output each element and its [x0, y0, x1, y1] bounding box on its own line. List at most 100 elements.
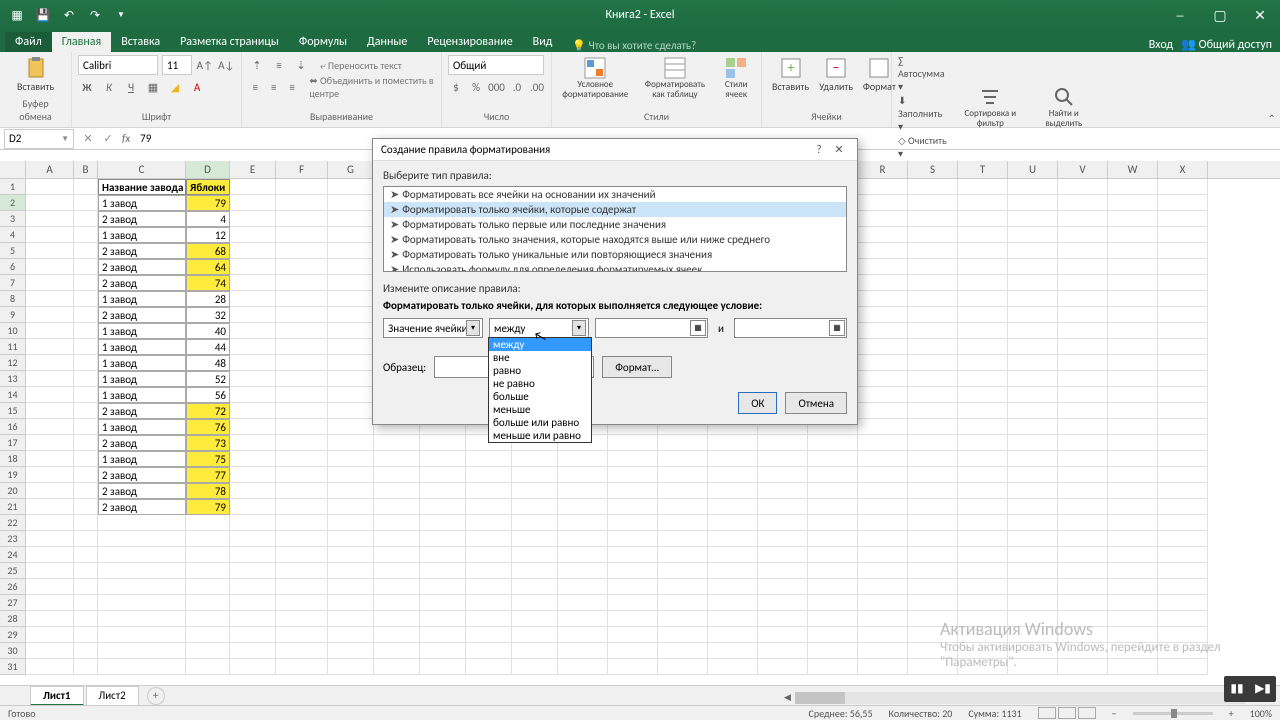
row-header[interactable]: 9 — [0, 307, 26, 323]
cell[interactable] — [420, 531, 466, 547]
view-buttons[interactable] — [1038, 707, 1096, 719]
cell[interactable] — [858, 211, 908, 227]
cell[interactable] — [512, 483, 558, 499]
fill-button[interactable]: ⬇ Заполнить ▾ — [898, 94, 949, 133]
cell[interactable] — [512, 643, 558, 659]
cell[interactable] — [1008, 275, 1058, 291]
scroll-left-icon[interactable]: ◀ — [780, 692, 795, 703]
cell[interactable] — [958, 227, 1008, 243]
cell[interactable] — [908, 419, 958, 435]
cell[interactable] — [1108, 179, 1158, 195]
cell[interactable] — [858, 547, 908, 563]
cell[interactable] — [328, 531, 374, 547]
cell[interactable] — [858, 579, 908, 595]
align-left-icon[interactable]: ≡ — [248, 78, 262, 96]
cell[interactable] — [98, 579, 186, 595]
cell[interactable]: 52 — [186, 371, 230, 387]
cell[interactable] — [658, 579, 708, 595]
rule-type-item[interactable]: ➤Форматировать все ячейки на основании и… — [384, 187, 846, 202]
cell[interactable] — [608, 499, 658, 515]
cell[interactable] — [1008, 435, 1058, 451]
cell[interactable] — [808, 483, 858, 499]
cell[interactable] — [1108, 547, 1158, 563]
cell[interactable] — [74, 627, 98, 643]
cell[interactable] — [1108, 435, 1158, 451]
cell[interactable]: 2 завод — [98, 243, 186, 259]
cell[interactable] — [328, 611, 374, 627]
cell[interactable] — [1108, 371, 1158, 387]
cell[interactable] — [328, 467, 374, 483]
cell[interactable] — [758, 531, 808, 547]
cell[interactable] — [1108, 195, 1158, 211]
ok-button[interactable]: ОК — [738, 392, 777, 414]
cell[interactable]: 1 завод — [98, 387, 186, 403]
cell[interactable] — [276, 291, 328, 307]
cell[interactable] — [374, 579, 420, 595]
cell[interactable] — [276, 595, 328, 611]
cell[interactable] — [858, 451, 908, 467]
cell[interactable] — [1108, 307, 1158, 323]
cell[interactable] — [230, 323, 276, 339]
row-header[interactable]: 19 — [0, 467, 26, 483]
cell[interactable] — [908, 227, 958, 243]
cell[interactable] — [276, 483, 328, 499]
cell[interactable] — [26, 515, 74, 531]
cell[interactable] — [276, 515, 328, 531]
cell[interactable] — [276, 195, 328, 211]
cell[interactable] — [558, 531, 608, 547]
cell[interactable] — [186, 563, 230, 579]
cell[interactable] — [26, 627, 74, 643]
cell[interactable] — [1008, 547, 1058, 563]
cell[interactable] — [1058, 547, 1108, 563]
cell[interactable] — [466, 579, 512, 595]
cell[interactable] — [1058, 195, 1108, 211]
cell[interactable] — [186, 515, 230, 531]
cell[interactable] — [512, 499, 558, 515]
cell[interactable] — [276, 259, 328, 275]
cell[interactable] — [512, 563, 558, 579]
cell[interactable] — [230, 659, 276, 675]
cell[interactable] — [230, 611, 276, 627]
cell[interactable] — [858, 659, 908, 675]
tab-вид[interactable]: Вид — [523, 32, 563, 52]
cell[interactable] — [908, 275, 958, 291]
row-header[interactable]: 6 — [0, 259, 26, 275]
cell[interactable] — [98, 627, 186, 643]
cell[interactable] — [466, 467, 512, 483]
row-header[interactable]: 11 — [0, 339, 26, 355]
cell[interactable] — [26, 595, 74, 611]
cell[interactable]: 28 — [186, 291, 230, 307]
cell[interactable] — [186, 595, 230, 611]
scrollbar-thumb[interactable] — [795, 692, 845, 704]
cell[interactable] — [328, 195, 374, 211]
cell[interactable] — [26, 227, 74, 243]
cell[interactable] — [230, 579, 276, 595]
cell[interactable] — [230, 515, 276, 531]
cell[interactable] — [1058, 451, 1108, 467]
cell[interactable] — [230, 451, 276, 467]
cell[interactable] — [26, 339, 74, 355]
format-as-table-button[interactable]: Форматировать как таблицу — [636, 54, 713, 102]
cell[interactable] — [858, 499, 908, 515]
row-header[interactable]: 4 — [0, 227, 26, 243]
cell[interactable] — [276, 227, 328, 243]
cell[interactable] — [512, 579, 558, 595]
range-picker-icon[interactable]: ▦ — [829, 320, 845, 336]
cell[interactable] — [1008, 467, 1058, 483]
cell[interactable]: 1 завод — [98, 227, 186, 243]
cell[interactable] — [758, 467, 808, 483]
cell[interactable] — [328, 211, 374, 227]
cell[interactable] — [26, 467, 74, 483]
cell[interactable] — [808, 499, 858, 515]
cell[interactable] — [230, 339, 276, 355]
cell[interactable] — [74, 259, 98, 275]
cell[interactable]: 68 — [186, 243, 230, 259]
cell[interactable] — [908, 451, 958, 467]
value-from-input[interactable]: ▦ — [595, 318, 708, 338]
cell[interactable] — [858, 467, 908, 483]
cell[interactable] — [958, 499, 1008, 515]
cell[interactable] — [708, 451, 758, 467]
cell[interactable] — [1108, 211, 1158, 227]
cell[interactable] — [808, 563, 858, 579]
row-header[interactable]: 18 — [0, 451, 26, 467]
